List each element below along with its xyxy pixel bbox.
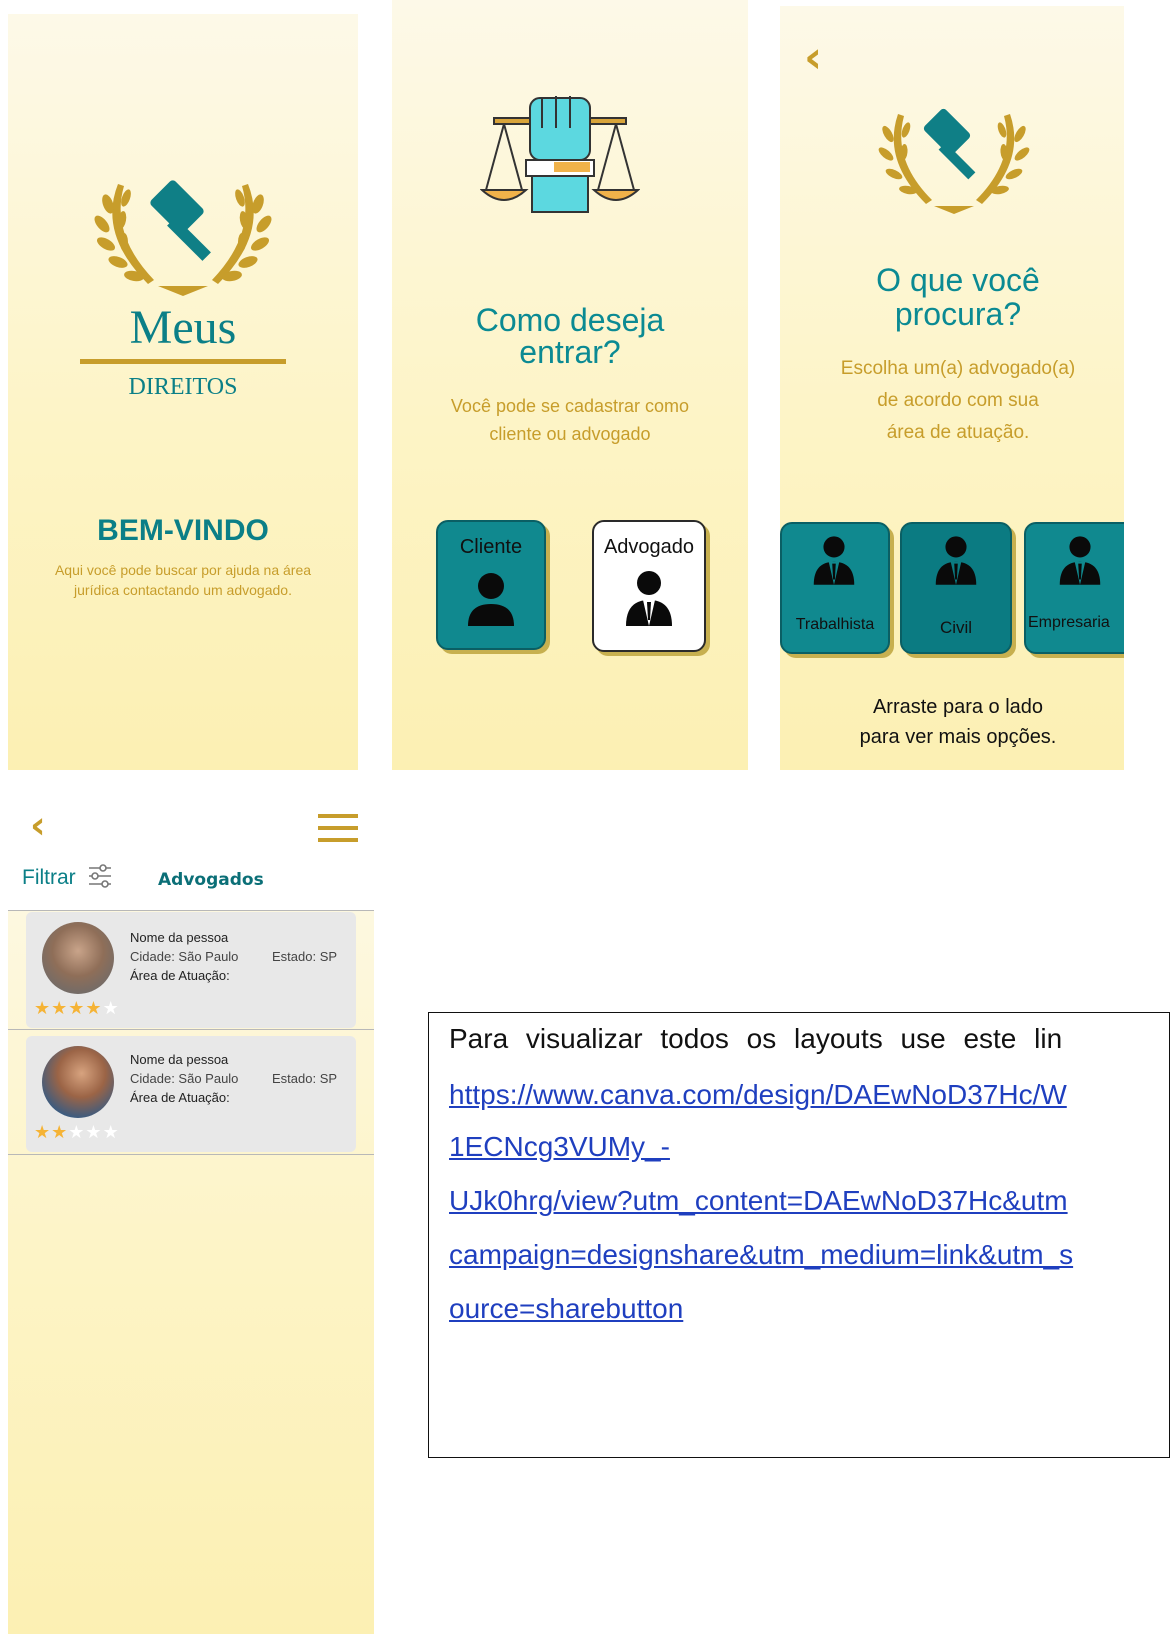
category-label-empresaria: Empresaria [1028, 614, 1110, 631]
lawyer-card[interactable]: Nome da pessoa Cidade: São Paulo Estado:… [26, 912, 356, 1028]
swipe-hint-line-2: para ver mais opções. [859, 726, 1057, 748]
menu-icon[interactable] [318, 814, 358, 842]
lawyer-state: Estado: SP [272, 949, 338, 964]
category-card-civil[interactable]: Civil [900, 522, 1012, 654]
page-title-line-2: entrar? [519, 334, 621, 370]
lawyer-name: Nome da pessoa [130, 1052, 229, 1067]
cliente-button[interactable]: Cliente [436, 520, 546, 650]
area-choice-screen: ‹ O que você procura? Escolha um(a) advo… [780, 6, 1124, 770]
rating-stars: ★★★★★ [34, 1122, 120, 1143]
category-card-empresaria[interactable]: Empresaria [1024, 522, 1124, 654]
lawyer-list-screen: ‹ Filtrar Advogados Nome da pessoa Cidad… [8, 800, 374, 1634]
welcome-text-line-1: Aqui você pode buscar por ajuda na área [54, 562, 312, 578]
justice-fist-icon [480, 96, 640, 213]
logo-divider [80, 359, 286, 364]
star-filled-icon: ★ [68, 998, 86, 1019]
star-filled-icon: ★ [34, 998, 52, 1019]
login-type-screen: Como deseja entrar? Você pode se cadastr… [392, 0, 748, 770]
category-label-trabalhista: Trabalhista [795, 616, 875, 633]
back-button[interactable]: ‹ [30, 806, 46, 844]
star-filled-icon: ★ [51, 998, 69, 1019]
header-divider [8, 910, 374, 911]
star-empty-icon: ★ [68, 1122, 86, 1143]
canva-link-line-2[interactable]: 1ECNcg3VUMy_- [449, 1131, 670, 1163]
back-button[interactable]: ‹ [804, 36, 822, 80]
star-filled-icon: ★ [51, 1122, 69, 1143]
filter-sliders-icon [88, 864, 111, 888]
welcome-screen: Meus DIREITOS BEM-VINDO Aqui você pode b… [8, 14, 358, 770]
logo-subtitle: DIREITOS [128, 374, 238, 400]
gavel-laurel-logo [94, 180, 272, 296]
star-empty-icon: ★ [102, 998, 120, 1019]
lawyer-area: Área de Atuação: [130, 1090, 230, 1105]
tab-advogados[interactable]: Advogados [158, 870, 264, 890]
lawyer-state: Estado: SP [272, 1071, 338, 1086]
category-label-civil: Civil [939, 618, 973, 637]
lawyer-icon [813, 536, 855, 585]
lawyer-area: Área de Atuação: [130, 968, 230, 983]
welcome-text-line-2: jurídica contactando um advogado. [74, 582, 292, 598]
lawyer-icon [1059, 536, 1101, 585]
category-card-trabalhista[interactable]: Trabalhista [780, 522, 890, 654]
star-empty-icon: ★ [102, 1122, 120, 1143]
lawyer-city: Cidade: São Paulo [130, 1071, 239, 1086]
person-icon [468, 573, 514, 626]
canva-link-line-5[interactable]: ource=sharebutton [449, 1293, 683, 1325]
page-subtitle-line-3: área de atuação. [886, 422, 1030, 443]
page-subtitle-line-2: cliente ou advogado [489, 424, 651, 444]
advogado-button[interactable]: Advogado [592, 520, 706, 652]
page-title-line-2: procura? [894, 296, 1022, 332]
lawyer-city: Cidade: São Paulo [130, 949, 239, 964]
star-filled-icon: ★ [85, 998, 103, 1019]
page-title-line-1: O que você [876, 262, 1040, 298]
swipe-hint-line-1: Arraste para o lado [872, 696, 1044, 718]
filter-label: Filtrar [22, 866, 76, 889]
advogado-button-label: Advogado [603, 536, 695, 558]
page-subtitle-line-1: Escolha um(a) advogado(a) [840, 358, 1076, 379]
logo-title: Meus [129, 301, 237, 354]
star-empty-icon: ★ [85, 1122, 103, 1143]
avatar [42, 1046, 114, 1118]
lawyer-icon [626, 571, 672, 626]
canva-link-line-3[interactable]: UJk0hrg/view?utm_content=DAEwNoD37Hc&utm [449, 1185, 1068, 1217]
avatar [42, 922, 114, 994]
cliente-button-label: Cliente [459, 536, 523, 558]
lawyer-name: Nome da pessoa [130, 930, 229, 945]
filter-button[interactable]: Filtrar [22, 864, 113, 890]
canva-link-line-1[interactable]: https://www.canva.com/design/DAEwNoD37Hc… [449, 1079, 1067, 1111]
canva-link-line-4[interactable]: campaign=designshare&utm_medium=link&utm… [449, 1239, 1073, 1271]
star-filled-icon: ★ [34, 1122, 52, 1143]
page-subtitle-line-2: de acordo com sua [877, 390, 1039, 411]
gavel-laurel-icon [878, 108, 1030, 214]
lawyer-card[interactable]: Nome da pessoa Cidade: São Paulo Estado:… [26, 1036, 356, 1152]
rating-stars: ★★★★★ [34, 998, 120, 1019]
layouts-note-box: Para visualizar todos os layouts use est… [428, 1012, 1170, 1458]
list-divider [8, 1154, 374, 1155]
page-subtitle-line-1: Você pode se cadastrar como [450, 396, 690, 416]
list-divider [8, 1029, 374, 1030]
note-text: Para visualizar todos os layouts use est… [449, 1023, 1063, 1054]
welcome-title: BEM-VINDO [97, 514, 269, 547]
lawyer-icon [935, 536, 977, 585]
